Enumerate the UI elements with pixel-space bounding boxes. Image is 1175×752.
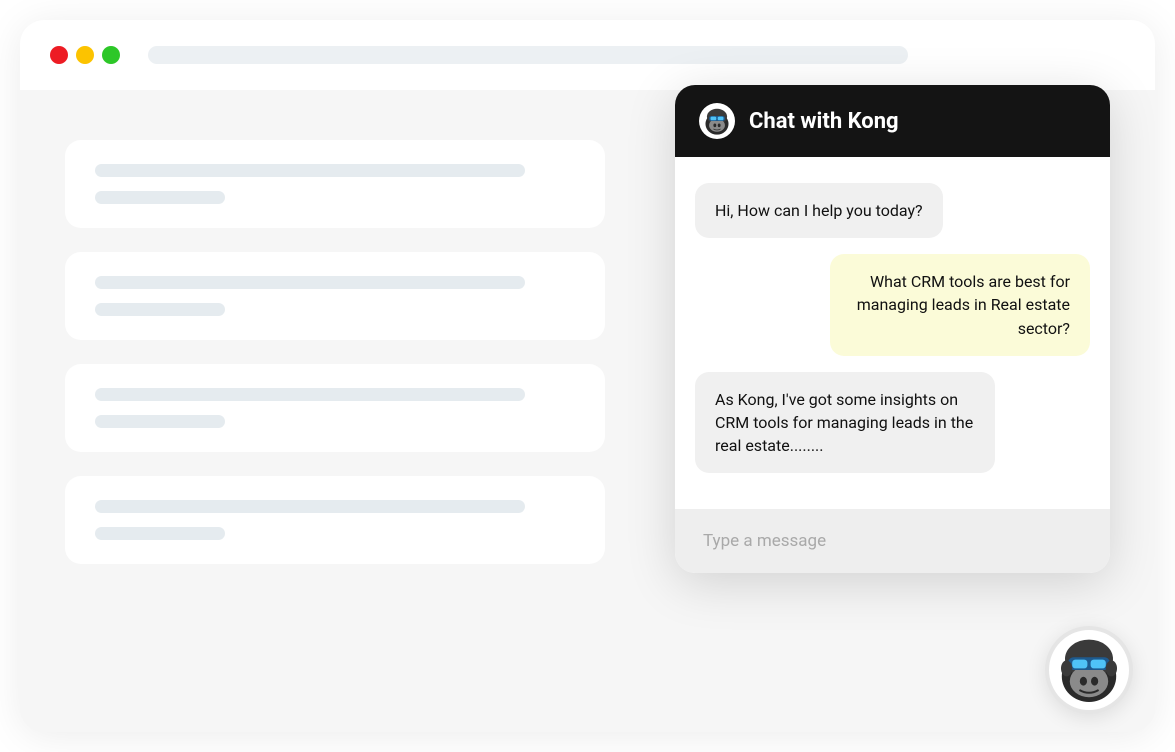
- window-close-button[interactable]: [50, 46, 68, 64]
- placeholder-line: [95, 276, 525, 289]
- url-bar[interactable]: [148, 46, 908, 64]
- chat-header: Chat with Kong: [675, 85, 1110, 157]
- chat-input-bar: [675, 509, 1110, 573]
- browser-titlebar: [20, 20, 1155, 90]
- gorilla-avatar-icon: [699, 103, 735, 139]
- chat-message-bot: Hi, How can I help you today?: [695, 183, 943, 238]
- window-maximize-button[interactable]: [102, 46, 120, 64]
- placeholder-line: [95, 191, 225, 204]
- window-minimize-button[interactable]: [76, 46, 94, 64]
- placeholder-line: [95, 303, 225, 316]
- chat-launcher-button[interactable]: [1045, 626, 1133, 714]
- placeholder-line: [95, 164, 525, 177]
- page-content: Chat with Kong Hi, How can I help you to…: [20, 90, 1155, 638]
- content-card: [65, 140, 605, 228]
- chat-title: Chat with Kong: [749, 109, 899, 134]
- placeholder-line: [95, 388, 525, 401]
- gorilla-avatar-icon: [1049, 630, 1129, 710]
- content-card: [65, 364, 605, 452]
- chat-message-list: Hi, How can I help you today? What CRM t…: [675, 157, 1110, 509]
- chat-message-bot: As Kong, I've got some insights on CRM t…: [695, 372, 995, 474]
- placeholder-line: [95, 415, 225, 428]
- content-card: [65, 252, 605, 340]
- chat-panel: Chat with Kong Hi, How can I help you to…: [675, 85, 1110, 573]
- browser-window: Chat with Kong Hi, How can I help you to…: [20, 20, 1155, 732]
- placeholder-line: [95, 500, 525, 513]
- chat-message-user: What CRM tools are best for managing lea…: [830, 254, 1090, 356]
- content-card: [65, 476, 605, 564]
- placeholder-line: [95, 527, 225, 540]
- chat-message-input[interactable]: [675, 509, 1110, 573]
